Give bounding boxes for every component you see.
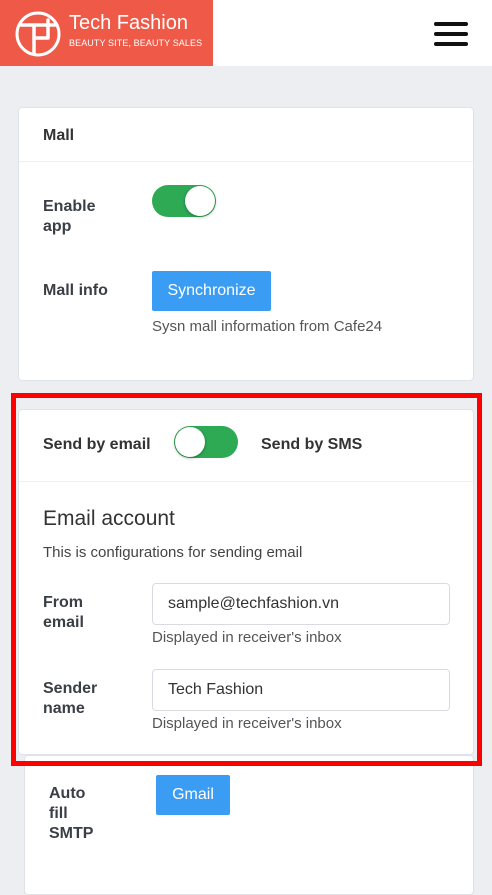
- mall-card: Mall Enable app Mall info Synchronize Sy…: [18, 107, 474, 381]
- auto-fill-smtp-label: Auto fill SMTP: [49, 785, 94, 842]
- card-divider: [19, 161, 473, 162]
- sync-help-text: Sysn mall information from Cafe24: [152, 318, 383, 335]
- email-account-description: This is configurations for sending email: [43, 544, 303, 561]
- toggle-knob: [175, 427, 205, 457]
- brand-logo[interactable]: Tech Fashion BEAUTY SITE, BEAUTY SALES: [0, 0, 213, 66]
- from-email-field[interactable]: sample@techfashion.vn: [152, 583, 450, 625]
- enable-app-toggle[interactable]: [152, 185, 216, 217]
- sender-name-label: Sender name: [43, 680, 98, 717]
- from-email-label: From email: [43, 594, 84, 631]
- toggle-knob: [185, 186, 215, 216]
- send-by-sms-label[interactable]: Send by SMS: [261, 436, 362, 454]
- card-divider: [19, 481, 473, 482]
- smtp-card: Auto fill SMTP Gmail: [24, 755, 474, 895]
- mall-card-title: Mall: [43, 127, 75, 144]
- send-by-email-label[interactable]: Send by email: [43, 436, 151, 454]
- send-config-card: Send by email Send by SMS Email account …: [18, 409, 474, 755]
- email-account-title: Email account: [43, 507, 175, 530]
- brand-name: Tech Fashion: [69, 12, 188, 34]
- synchronize-button[interactable]: Synchronize: [152, 271, 271, 311]
- email-sms-toggle[interactable]: [174, 426, 238, 458]
- sender-name-field[interactable]: Tech Fashion: [152, 669, 450, 711]
- brand-tagline: BEAUTY SITE, BEAUTY SALES: [69, 38, 203, 48]
- app-header: Tech Fashion BEAUTY SITE, BEAUTY SALES: [0, 0, 492, 66]
- hamburger-menu-icon[interactable]: [432, 20, 470, 48]
- enable-app-label: Enable app: [43, 198, 96, 235]
- sender-name-help: Displayed in receiver's inbox: [152, 715, 342, 732]
- from-email-help: Displayed in receiver's inbox: [152, 629, 342, 646]
- mall-info-label: Mall info: [43, 282, 108, 299]
- gmail-button[interactable]: Gmail: [156, 775, 230, 815]
- tech-fashion-logo-icon: [15, 11, 61, 57]
